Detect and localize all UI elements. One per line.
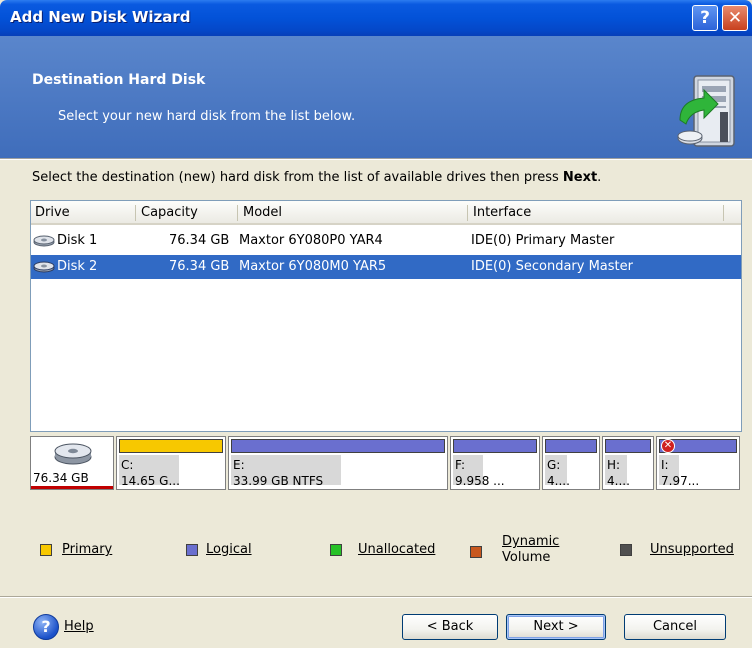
hard-disk-icon xyxy=(33,235,55,247)
partition-label: E: 33.99 GB NTFS xyxy=(233,457,323,489)
hard-disk-icon xyxy=(33,261,55,273)
logical-bar xyxy=(605,439,651,453)
instruction-suffix: . xyxy=(597,170,602,185)
column-header-capacity[interactable]: Capacity xyxy=(137,205,198,220)
instruction-text: Select the destination (new) hard disk f… xyxy=(32,170,601,185)
column-separator[interactable] xyxy=(723,205,724,221)
column-separator[interactable] xyxy=(135,205,136,221)
column-header-drive[interactable]: Drive xyxy=(31,205,70,220)
close-button[interactable]: ✕ xyxy=(722,5,748,31)
header-title: Destination Hard Disk xyxy=(32,72,206,88)
error-icon: ✕ xyxy=(661,439,675,453)
legend-label: Volume xyxy=(502,550,551,565)
header-divider xyxy=(0,158,752,160)
disk-summary[interactable]: 76.34 GB xyxy=(30,436,114,490)
instruction-emphasis: Next xyxy=(562,170,598,185)
partition-c[interactable]: C: 14.65 G... xyxy=(116,436,226,490)
partition-e[interactable]: E: 33.99 GB NTFS xyxy=(228,436,448,490)
legend-label: Primary xyxy=(62,542,113,557)
dynamic-volume-swatch xyxy=(470,546,482,558)
partition-letter: E: xyxy=(233,458,245,472)
partition-h[interactable]: H: 4.... xyxy=(602,436,654,490)
column-header-model[interactable]: Model xyxy=(239,205,282,220)
drive-interface: IDE(0) Primary Master xyxy=(471,233,615,248)
primary-swatch xyxy=(40,544,52,556)
legend-label: Logical xyxy=(206,542,252,557)
drive-row-selected[interactable]: Disk 2 76.34 GB Maxtor 6Y080M0 YAR5 IDE(… xyxy=(31,255,741,279)
partition-letter: C: xyxy=(121,458,134,472)
partition-letter: I: xyxy=(661,458,669,472)
partition-info: 4.... xyxy=(607,474,630,488)
drive-model: Maxtor 6Y080M0 YAR5 xyxy=(239,259,387,274)
hard-disk-icon xyxy=(54,443,92,465)
partition-i[interactable]: ✕ I: 7.97... xyxy=(656,436,740,490)
partition-letter: H: xyxy=(607,458,621,472)
primary-bar xyxy=(119,439,223,453)
wizard-header: Destination Hard Disk Select your new ha… xyxy=(0,36,752,158)
drive-capacity: 76.34 GB xyxy=(169,259,230,274)
legend-label: Dynamic xyxy=(502,534,560,549)
logical-swatch xyxy=(186,544,198,556)
title-bar: Add New Disk Wizard ? ✕ xyxy=(0,0,752,36)
column-separator[interactable] xyxy=(237,205,238,221)
partition-info: 9.958 ... xyxy=(455,474,505,488)
disk-size: 76.34 GB xyxy=(33,471,89,485)
partition-label: G: 4.... xyxy=(547,457,570,489)
drive-list[interactable]: Drive Capacity Model Interface Disk 1 76… xyxy=(30,200,742,432)
partition-label: I: 7.97... xyxy=(661,457,699,489)
partition-f[interactable]: F: 9.958 ... xyxy=(450,436,540,490)
drive-model: Maxtor 6Y080P0 YAR4 xyxy=(239,233,383,248)
partition-g[interactable]: G: 4.... xyxy=(542,436,600,490)
partition-label: C: 14.65 G... xyxy=(121,457,180,489)
drive-row[interactable]: Disk 1 76.34 GB Maxtor 6Y080P0 YAR4 IDE(… xyxy=(31,229,741,253)
partition-letter: F: xyxy=(455,458,466,472)
list-header: Drive Capacity Model Interface xyxy=(31,201,741,225)
help-link[interactable]: Help xyxy=(64,619,94,634)
column-separator[interactable] xyxy=(467,205,468,221)
drive-name: Disk 1 xyxy=(57,233,98,248)
logical-bar xyxy=(545,439,597,453)
unallocated-swatch xyxy=(330,544,342,556)
footer-divider xyxy=(0,596,752,598)
partition-info: 4.... xyxy=(547,474,570,488)
legend-label: Unallocated xyxy=(358,542,436,557)
back-button[interactable]: < Back xyxy=(402,614,498,640)
column-header-interface[interactable]: Interface xyxy=(469,205,531,220)
header-subtitle: Select your new hard disk from the list … xyxy=(58,109,356,124)
help-icon[interactable]: ? xyxy=(33,614,59,640)
partition-legend: Primary Logical Unallocated Dynamic Volu… xyxy=(0,534,752,580)
cancel-button[interactable]: Cancel xyxy=(624,614,726,640)
partition-label: H: 4.... xyxy=(607,457,630,489)
partition-info: 33.99 GB NTFS xyxy=(233,474,324,488)
help-title-button[interactable]: ? xyxy=(692,5,718,31)
instruction-main: Select the destination (new) hard disk f… xyxy=(32,170,563,185)
window-title: Add New Disk Wizard xyxy=(10,8,191,26)
logical-bar xyxy=(231,439,445,453)
partition-info: 7.97... xyxy=(661,474,700,488)
partition-info: 14.65 G... xyxy=(121,474,180,488)
legend-label: Unsupported xyxy=(650,542,734,557)
drive-name: Disk 2 xyxy=(57,259,98,274)
logical-bar xyxy=(453,439,537,453)
unsupported-swatch xyxy=(620,544,632,556)
disk-partition-map: 76.34 GB C: 14.65 G... E: 33.99 GB NTFS … xyxy=(30,436,742,492)
partition-label: F: 9.958 ... xyxy=(455,457,505,489)
computer-with-disk-arrow-icon xyxy=(677,75,735,147)
next-button[interactable]: Next > xyxy=(506,614,606,640)
drive-interface: IDE(0) Secondary Master xyxy=(471,259,633,274)
partition-letter: G: xyxy=(547,458,561,472)
disk-size-underline xyxy=(31,486,113,489)
drive-capacity: 76.34 GB xyxy=(169,233,230,248)
